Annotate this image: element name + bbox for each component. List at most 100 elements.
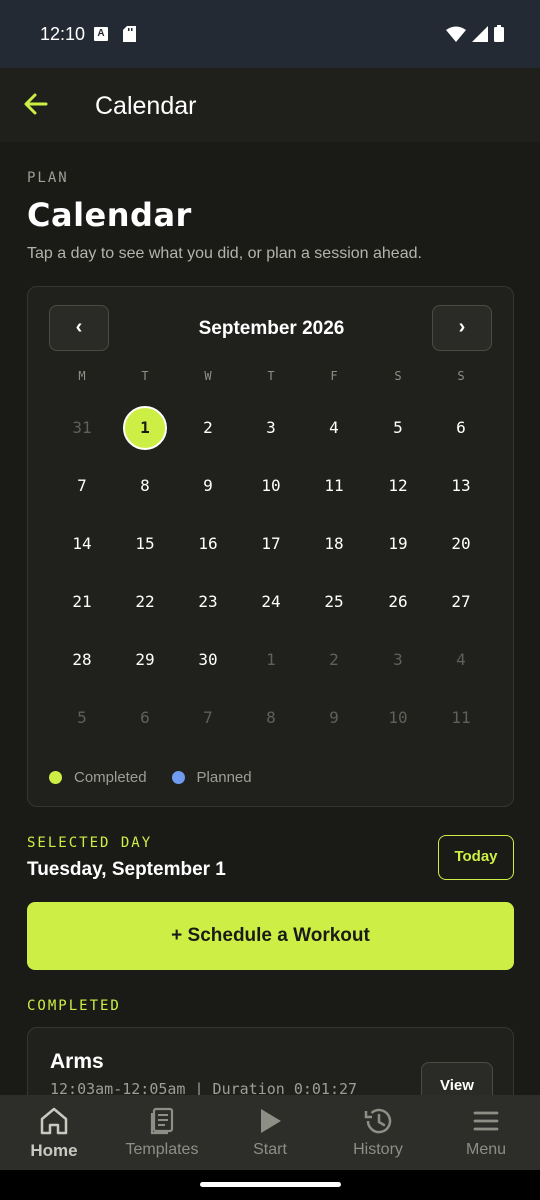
status-icons [446,25,504,42]
home-icon [40,1107,68,1135]
calendar-day[interactable]: 2 [186,406,230,450]
calendar-day[interactable]: 12 [376,464,420,508]
calendar-day[interactable]: 5 [376,406,420,450]
calendar-day[interactable]: 6 [439,406,483,450]
calendar-day[interactable]: 13 [439,464,483,508]
main-content[interactable]: PLAN Calendar Tap a day to see what you … [0,142,540,1095]
calendar-day[interactable]: 28 [60,638,104,682]
status-time: 12:10 [40,24,86,44]
schedule-workout-button[interactable]: + Schedule a Workout [27,902,514,970]
calendar-day[interactable]: 29 [123,638,167,682]
calendar-day[interactable]: 22 [123,580,167,624]
nav-tab-start[interactable]: Start [216,1095,324,1170]
completed-dot-icon [49,771,62,784]
calendar-day[interactable]: 19 [376,522,420,566]
calendar-day[interactable]: 8 [249,696,293,740]
calendar-day[interactable]: 10 [376,696,420,740]
calendar-day[interactable]: 26 [376,580,420,624]
calendar-day[interactable]: 25 [312,580,356,624]
completed-eyebrow: COMPLETED [27,998,121,1014]
legend-planned: Planned [171,769,252,786]
legend-label: Planned [196,769,252,786]
calendar-card: ‹ September 2026 › M T W T F S S 31 1 2 3 4 5 6 7 8 9 10 1… [27,286,514,807]
nav-tab-label: Menu [465,1141,507,1158]
workout-card: Arms 12:03am-12:05am | Duration 0:01:27 … [27,1027,514,1095]
calendar-day[interactable]: 6 [123,696,167,740]
nav-tab-home[interactable]: Home [0,1095,108,1170]
calendar-day[interactable]: 23 [186,580,230,624]
calendar-day[interactable]: 3 [249,406,293,450]
home-gesture-bar[interactable] [200,1182,341,1187]
nav-tab-label: Start [253,1141,287,1158]
weekday-header: T [267,369,275,383]
nav-tab-label: History [353,1141,403,1158]
menu-icon [473,1111,499,1131]
calendar-day[interactable]: 17 [249,522,293,566]
calendar-day[interactable]: 27 [439,580,483,624]
calendar-day[interactable]: 9 [312,696,356,740]
nav-tab-menu[interactable]: Menu [432,1095,540,1170]
selected-day-eyebrow: SELECTED DAY [27,835,153,851]
calendar-day[interactable]: 7 [186,696,230,740]
page-subtitle: Tap a day to see what you did, or plan a… [27,245,422,262]
calendar-legend: Completed Planned [49,769,277,786]
calendar-day[interactable]: 9 [186,464,230,508]
calendar-day[interactable]: 30 [186,638,230,682]
calendar-day[interactable]: 1 [249,638,293,682]
legend-label: Completed [74,769,147,786]
battery-icon [494,25,504,42]
legend-completed: Completed [49,769,147,786]
view-workout-button[interactable]: View [421,1062,493,1095]
back-arrow-icon[interactable] [22,90,50,118]
sd-card-icon [123,26,136,42]
weekday-header: F [330,369,338,383]
calendar-day[interactable]: 2 [312,638,356,682]
calendar-day[interactable]: 11 [312,464,356,508]
calendar-day[interactable]: 10 [249,464,293,508]
workout-meta: 12:03am-12:05am | Duration 0:01:27 [50,1080,358,1095]
calendar-day[interactable]: 7 [60,464,104,508]
signal-icon [472,25,488,42]
calendar-day[interactable]: 24 [249,580,293,624]
wifi-icon [446,26,466,42]
workout-name: Arms [50,1050,104,1073]
weekday-header: S [394,369,402,383]
calendar-day[interactable]: 21 [60,580,104,624]
weekday-header: S [457,369,465,383]
status-bar: 12:10 A [0,0,540,68]
weekday-header: W [204,369,212,383]
calendar-day[interactable]: 3 [376,638,420,682]
calendar-day[interactable]: 4 [439,638,483,682]
calendar-day[interactable]: 20 [439,522,483,566]
play-icon [261,1109,281,1133]
history-icon [364,1108,392,1134]
calendar-day[interactable]: 8 [123,464,167,508]
nav-tab-label: Home [30,1141,78,1160]
weekday-header: T [141,369,149,383]
calendar-day[interactable]: 31 [60,406,104,450]
gesture-area [0,1170,540,1200]
nav-tab-label: Templates [125,1141,199,1158]
section-eyebrow: PLAN [27,170,69,186]
calendar-day[interactable]: 16 [186,522,230,566]
calendar-day[interactable]: 11 [439,696,483,740]
next-month-button[interactable]: › [432,305,492,351]
calendar-day[interactable]: 18 [312,522,356,566]
calendar-day[interactable]: 4 [312,406,356,450]
calendar-day[interactable]: 14 [60,522,104,566]
weekday-header: M [78,369,86,383]
page-title: Calendar [27,196,192,234]
calendar-day-selected[interactable]: 1 [123,406,167,450]
selected-date: Tuesday, September 1 [27,859,226,880]
templates-icon [150,1107,174,1135]
app-bar-title: Calendar [95,92,197,120]
keyboard-a-icon: A [94,27,108,41]
app-bar: Calendar [0,68,540,142]
nav-tab-history[interactable]: History [324,1095,432,1170]
today-button[interactable]: Today [438,835,514,880]
planned-dot-icon [171,771,185,784]
nav-tab-templates[interactable]: Templates [108,1095,216,1170]
calendar-day[interactable]: 15 [123,522,167,566]
calendar-day[interactable]: 5 [60,696,104,740]
bottom-nav: Home Templates Start History Menu [0,1095,540,1170]
